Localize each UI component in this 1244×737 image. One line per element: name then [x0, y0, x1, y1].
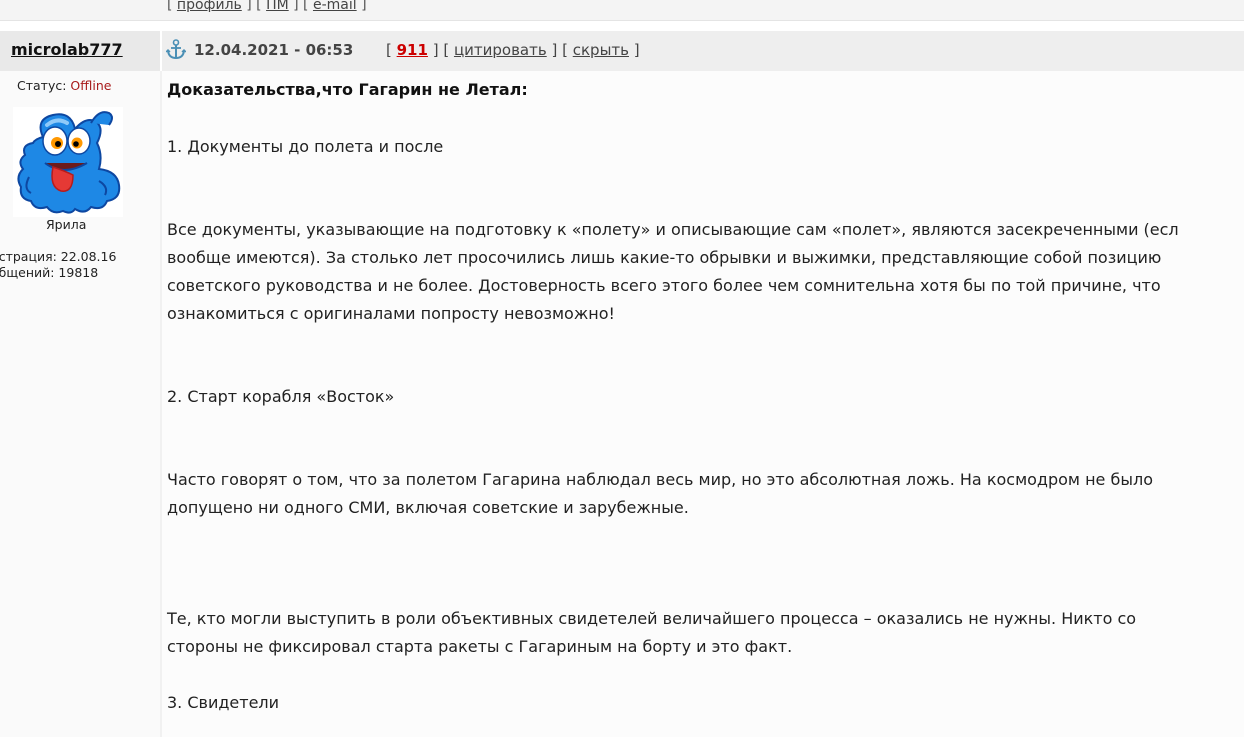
post-paragraph-heading: 1. Документы до полета и после: [167, 137, 444, 156]
post-paragraph-heading: 2. Старт корабля «Восток»: [167, 387, 395, 406]
profile-link[interactable]: профиль: [177, 0, 242, 13]
post-text-line: вообще имеются). За столько лет просочил…: [167, 248, 1162, 267]
quote-link[interactable]: цитировать: [454, 41, 547, 59]
post-text-line: ознакомиться с оригиналами попросту нево…: [167, 304, 615, 323]
post-text-line: Те, кто могли выступить в роли объективн…: [167, 609, 1137, 628]
post-text-line: стороны не фиксировал старта ракеты с Га…: [167, 637, 793, 656]
post-text-line: Часто говорят о том, что за полетом Гага…: [167, 470, 1153, 489]
author-avatar[interactable]: [13, 107, 123, 217]
pm-link[interactable]: ПМ: [266, 0, 289, 13]
previous-post-links: [ профиль ] [ ПМ ] [ e-mail ]: [167, 0, 367, 13]
author-username-link[interactable]: microlab777: [11, 40, 123, 59]
post-text-line: советского руководства и не более. Досто…: [167, 276, 1161, 295]
hide-link[interactable]: скрыть: [573, 41, 629, 59]
author-status: Статус: Offline: [17, 78, 111, 93]
previous-post-footer-left: [0, 0, 160, 20]
author-rank: Ярила: [46, 217, 87, 232]
post-text-line: допущено ни одного СМИ, включая советски…: [167, 498, 689, 517]
post-text-line: Все документы, указывающие на подготовку…: [167, 220, 1179, 239]
author-message-count: общений: 19818: [0, 265, 99, 280]
post-paragraph-heading: 3. Свидетели: [167, 693, 280, 712]
email-link[interactable]: e-mail: [313, 0, 357, 13]
header-divider: [160, 31, 162, 71]
post-number-link[interactable]: 911: [397, 41, 428, 59]
status-value: Offline: [70, 78, 112, 93]
post-actions: [ 911 ] [ цитировать ] [ скрыть ]: [386, 41, 640, 59]
author-registration: гистрация: 22.08.16: [0, 249, 117, 264]
post-date: 12.04.2021 - 06:53: [194, 41, 354, 59]
status-label: Статус:: [17, 78, 67, 93]
post-title: Доказательства,что Гагарин не Летал:: [167, 80, 528, 99]
anchor-icon[interactable]: [166, 39, 186, 61]
